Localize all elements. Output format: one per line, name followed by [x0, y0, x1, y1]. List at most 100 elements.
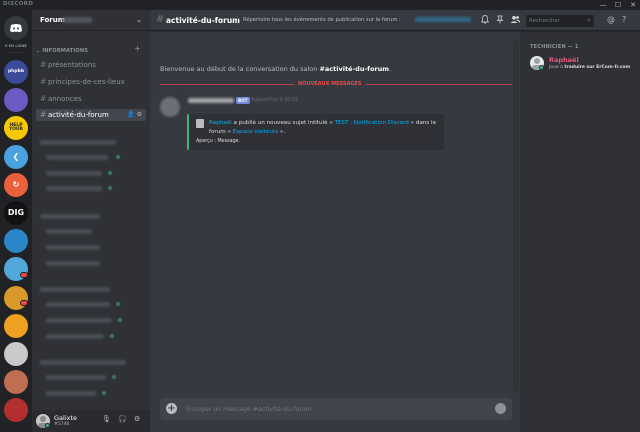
microphone-icon[interactable]: 🎙 [102, 415, 111, 423]
emoji-icon[interactable] [495, 403, 506, 414]
guild-red[interactable] [4, 398, 28, 423]
online-status-icon [539, 65, 544, 70]
guild-dig[interactable]: DIG [4, 201, 28, 225]
unread-dot [118, 318, 122, 322]
refresh-logo-icon: ↻ [12, 179, 20, 189]
redacted-channel [46, 229, 92, 234]
scrollbar[interactable] [513, 40, 519, 392]
message-input[interactable] [186, 403, 486, 415]
guild-swirl[interactable] [4, 88, 28, 113]
members-icon[interactable] [510, 15, 521, 26]
member-list: TECHNICIEN — 1 Raphaël Joue à traduire s… [520, 31, 640, 432]
redacted-channel [46, 391, 96, 396]
search-input[interactable] [529, 17, 581, 25]
category-informations[interactable]: ⌄ INFORMATIONS [36, 48, 88, 54]
activity-game: traduire sur ErCom-fr.com [564, 65, 631, 70]
search-icon[interactable]: ⌕ [587, 16, 591, 25]
channel-name: activité-du-forum [48, 111, 109, 119]
channel-annonces[interactable]: # annonces [36, 93, 146, 105]
forum-link[interactable]: Espace visiteurs [233, 129, 278, 135]
unread-dot [116, 302, 120, 306]
guild-help-your[interactable]: HELP YOUR [4, 116, 28, 141]
shield-logo-icon [4, 342, 28, 366]
guild-refresh[interactable]: ↻ [4, 172, 28, 197]
channel-settings-icons[interactable]: 👤 ⚙ [127, 111, 142, 118]
dig-logo-icon: DIG [7, 208, 25, 217]
unread-dot [108, 171, 112, 175]
redacted-category [40, 360, 126, 365]
gear-icon[interactable]: ⚙ [134, 415, 140, 423]
mention-icon[interactable]: @ [607, 15, 615, 24]
bot-badge: BOT [236, 97, 250, 104]
maximize-icon[interactable]: ☐ [611, 0, 625, 10]
guild-chevron[interactable]: ❮ [4, 144, 28, 169]
minimize-icon[interactable]: — [596, 0, 610, 10]
server-name-redacted [62, 17, 92, 23]
unread-dot [102, 391, 106, 395]
guild-portrait[interactable] [4, 370, 28, 395]
channel-activite-du-forum[interactable]: # activité-du-forum 👤 ⚙ [36, 109, 146, 121]
app-title: DISCORD [3, 1, 34, 7]
unread-dot [116, 155, 120, 159]
topic-link[interactable]: TEST : Notification Discord [335, 120, 409, 126]
guild-shield[interactable] [4, 342, 28, 366]
redacted-channel [46, 155, 108, 160]
redacted-channel [46, 171, 102, 176]
redacted-channel [46, 186, 102, 191]
user-panel: Galixte #5746 🎙 🎧 ⚙ [32, 410, 150, 432]
new-messages-label: NOUVEAUX MESSAGES [294, 81, 366, 87]
redacted-category [40, 140, 116, 145]
headphones-icon[interactable]: 🎧 [118, 415, 127, 423]
redacted-channel [46, 318, 112, 323]
home-button[interactable] [4, 16, 28, 40]
redacted-channel [46, 302, 110, 307]
redacted-channel [46, 334, 104, 339]
redacted-category [40, 214, 100, 219]
bell-icon[interactable] [480, 15, 490, 26]
server-header[interactable]: Forum ⌄ [32, 10, 150, 31]
close-icon[interactable]: ✕ [626, 0, 640, 10]
header-divider [237, 16, 238, 25]
channel-name: principes-de-ces-lieux [48, 78, 125, 86]
swirl-logo-icon [4, 88, 28, 112]
mention-badge [20, 300, 28, 306]
welcome-channel: #activité-du-forum [319, 65, 390, 73]
red-logo-icon [4, 398, 28, 422]
chevron-down-icon[interactable]: ⌄ [136, 16, 142, 24]
guild-separator [9, 52, 23, 53]
guild-phpbb[interactable]: phpbb [4, 60, 28, 84]
message-embed: Raphaël a publié un nouveau sujet intitu… [187, 114, 444, 150]
channel-topic: Répertoire tous les évènements de public… [243, 17, 401, 23]
channel-principes[interactable]: # principes-de-ces-lieux [36, 76, 146, 88]
phpbb-logo-icon: phpbb [7, 68, 25, 74]
document-icon [196, 119, 204, 128]
upload-plus-icon[interactable]: + [166, 403, 177, 414]
member-name[interactable]: Raphaël [549, 56, 579, 64]
channel-presentations[interactable]: # présentations [36, 59, 146, 71]
embed-text: ». [278, 128, 286, 135]
guild-orange[interactable] [4, 313, 28, 338]
hash-icon: # [40, 77, 47, 86]
welcome-prefix: Bienvenue au début de la conversation du… [160, 65, 320, 73]
message-author-redacted[interactable] [188, 98, 234, 103]
redacted-category [40, 287, 110, 292]
server-list: 0 EN LIGNE phpbb HELP YOUR ❮ ↻ DIG [0, 10, 32, 432]
channel-sidebar: Forum ⌄ ⌄ INFORMATIONS + # présentations… [32, 10, 150, 432]
message-avatar[interactable] [160, 97, 180, 117]
help-icon[interactable]: ? [622, 15, 626, 24]
embed-description: Raphaël a publié un nouveau sujet intitu… [209, 119, 441, 136]
message-composer: + [160, 398, 512, 420]
online-status-icon [45, 423, 50, 428]
author-link[interactable]: Raphaël [209, 120, 232, 126]
activity-prefix: Joue à [549, 65, 565, 70]
search-bar[interactable]: ⌕ [526, 15, 594, 27]
globe-logo-icon [4, 229, 28, 253]
discord-logo-icon [10, 24, 22, 33]
redacted-topic-link[interactable] [415, 17, 471, 22]
mention-badge [20, 272, 28, 278]
redacted-channel [46, 375, 106, 380]
add-channel-icon[interactable]: + [134, 44, 141, 53]
pin-icon[interactable] [496, 15, 504, 26]
embed-footer: Aperçu : Message. [196, 139, 241, 144]
guild-globe[interactable] [4, 229, 28, 254]
